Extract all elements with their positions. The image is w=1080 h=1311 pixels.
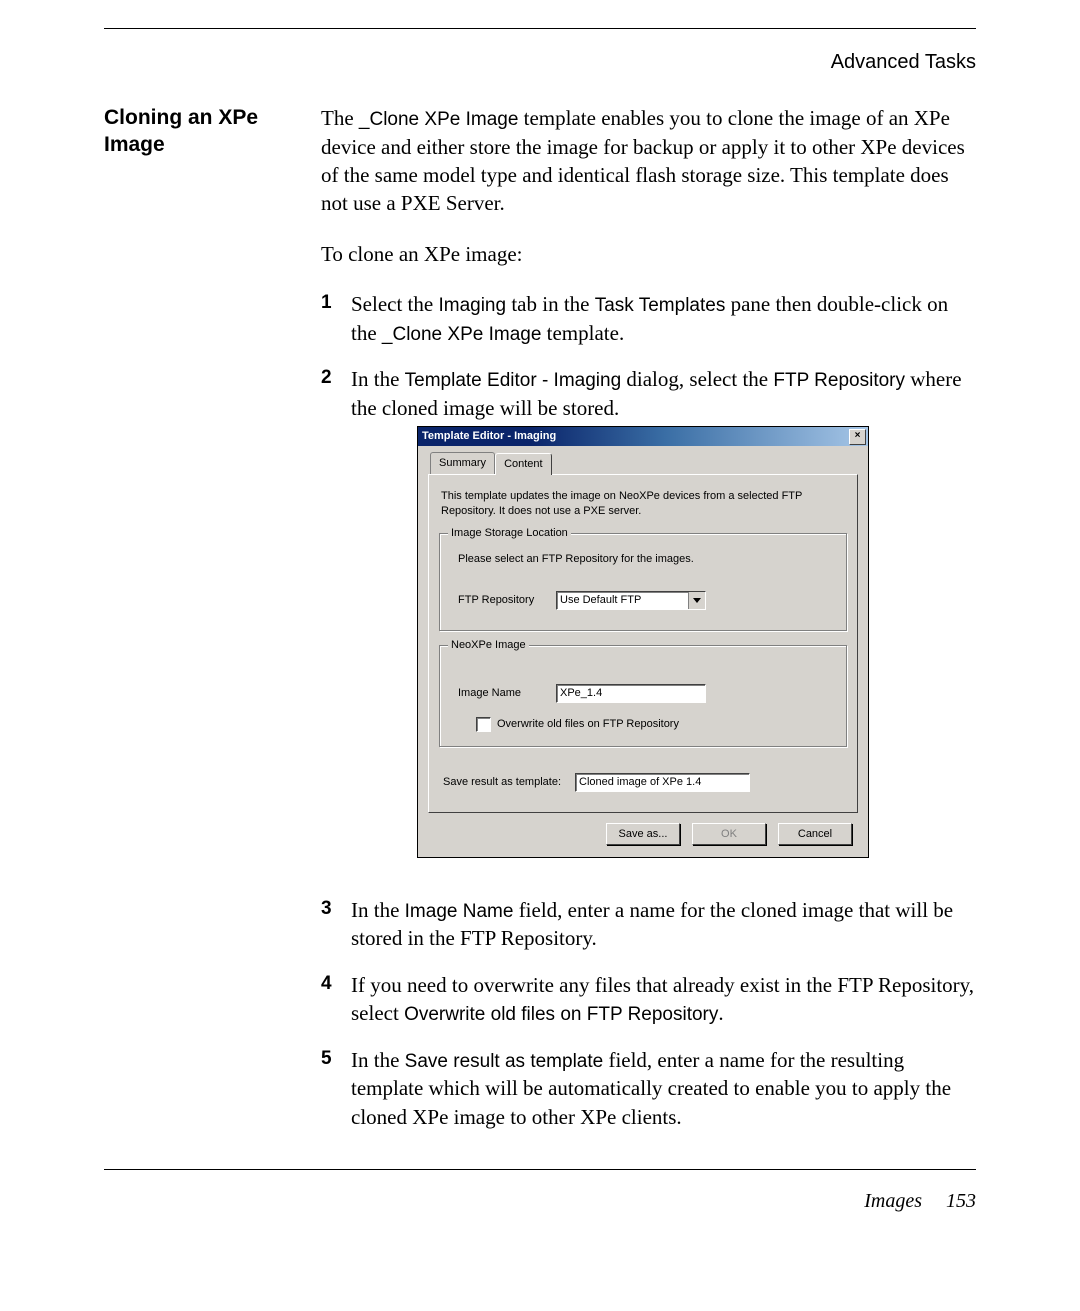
header-category: Advanced Tasks <box>104 51 976 74</box>
group-image-storage: Image Storage Location Please select an … <box>439 533 847 631</box>
step-number: 4 <box>321 971 351 997</box>
text: template. <box>541 321 624 345</box>
rule-top <box>104 28 976 29</box>
template-name: _Clone XPe Image <box>359 109 519 130</box>
tab-summary[interactable]: Summary <box>430 452 495 474</box>
text: In the <box>351 367 405 391</box>
lead-in: To clone an XPe image: <box>321 240 976 268</box>
ui-term: FTP Repository <box>773 370 905 391</box>
dialog-title: Template Editor - Imaging <box>422 429 556 444</box>
text: In the <box>351 1048 405 1072</box>
step-number: 3 <box>321 896 351 922</box>
step-number: 1 <box>321 290 351 316</box>
page: Advanced Tasks Cloning an XPe Image The … <box>0 0 1080 1311</box>
step-2: 2 In the Template Editor - Imaging dialo… <box>321 365 976 877</box>
overwrite-label: Overwrite old files on FTP Repository <box>497 717 679 732</box>
image-name-input[interactable] <box>556 684 706 703</box>
tab-strip: Summary Content <box>430 452 858 474</box>
ui-term: Imaging <box>438 295 506 316</box>
image-name-label: Image Name <box>458 686 548 701</box>
dialog-button-row: Save as... OK Cancel <box>428 813 858 847</box>
close-button[interactable]: × <box>849 429 866 445</box>
ftp-repository-label: FTP Repository <box>458 593 548 608</box>
text: In the <box>351 898 405 922</box>
cancel-button[interactable]: Cancel <box>778 823 852 845</box>
dialog-titlebar[interactable]: Template Editor - Imaging × <box>418 427 868 446</box>
text: Select the <box>351 292 438 316</box>
section-heading: Cloning an XPe Image <box>104 104 289 159</box>
dialog-body: Summary Content This template updates th… <box>418 446 868 856</box>
group-neoxpe-image: NeoXPe Image Image Name Overwrite old fi… <box>439 645 847 747</box>
chevron-down-icon <box>688 592 705 609</box>
ok-button[interactable]: OK <box>692 823 766 845</box>
image-name-row: Image Name <box>458 684 834 703</box>
ui-term: Template Editor - Imaging <box>405 370 622 391</box>
footer-section: Images <box>864 1190 922 1213</box>
page-footer: Images 153 <box>104 1190 976 1213</box>
footer-page-number: 153 <box>946 1190 976 1213</box>
save-as-template-label: Save result as template: <box>443 775 561 790</box>
rule-bottom <box>104 1169 976 1170</box>
dialog-description: This template updates the image on NeoXP… <box>441 489 845 519</box>
ui-term: _Clone XPe Image <box>382 324 542 345</box>
ui-term: Overwrite old files on FTP Repository <box>404 1004 718 1025</box>
text: tab in the <box>506 292 595 316</box>
ftp-repository-value: Use Default FTP <box>557 592 688 609</box>
text: dialog, select the <box>621 367 773 391</box>
step-5: 5 In the Save result as template field, … <box>321 1046 976 1131</box>
text: . <box>718 1001 723 1025</box>
tab-content[interactable]: Content <box>495 453 552 475</box>
step-1: 1 Select the Imaging tab in the Task Tem… <box>321 290 976 347</box>
group-legend: NeoXPe Image <box>448 638 529 653</box>
ui-term: Image Name <box>405 901 514 922</box>
close-icon: × <box>855 430 861 441</box>
step-3: 3 In the Image Name field, enter a name … <box>321 896 976 953</box>
intro-paragraph: The _Clone XPe Image template enables yo… <box>321 104 976 218</box>
overwrite-row[interactable]: Overwrite old files on FTP Repository <box>476 717 834 732</box>
step-text: Select the Imaging tab in the Task Templ… <box>351 290 976 347</box>
tab-panel-content: This template updates the image on NeoXP… <box>428 474 858 813</box>
ui-term: Save result as template <box>405 1051 604 1072</box>
save-as-template-row: Save result as template: <box>443 773 843 792</box>
group-legend: Image Storage Location <box>448 526 571 541</box>
step-text: In the Image Name field, enter a name fo… <box>351 896 976 953</box>
ui-term: Task Templates <box>595 295 726 316</box>
group-hint: Please select an FTP Repository for the … <box>458 552 834 567</box>
step-number: 2 <box>321 365 351 391</box>
step-text: In the Save result as template field, en… <box>351 1046 976 1131</box>
text: The <box>321 106 359 130</box>
step-list: 1 Select the Imaging tab in the Task Tem… <box>321 290 976 1131</box>
save-as-button[interactable]: Save as... <box>606 823 680 845</box>
ftp-repository-row: FTP Repository Use Default FTP <box>458 591 834 610</box>
step-text: In the Template Editor - Imaging dialog,… <box>351 365 976 877</box>
ftp-repository-select[interactable]: Use Default FTP <box>556 591 706 610</box>
step-4: 4 If you need to overwrite any files tha… <box>321 971 976 1028</box>
step-text: If you need to overwrite any files that … <box>351 971 976 1028</box>
save-as-template-input[interactable] <box>575 773 750 792</box>
overwrite-checkbox[interactable] <box>476 717 491 732</box>
body-column: The _Clone XPe Image template enables yo… <box>321 104 976 1149</box>
step-number: 5 <box>321 1046 351 1072</box>
template-editor-dialog: Template Editor - Imaging × Summary Cont… <box>417 426 869 857</box>
content-columns: Cloning an XPe Image The _Clone XPe Imag… <box>104 104 976 1149</box>
